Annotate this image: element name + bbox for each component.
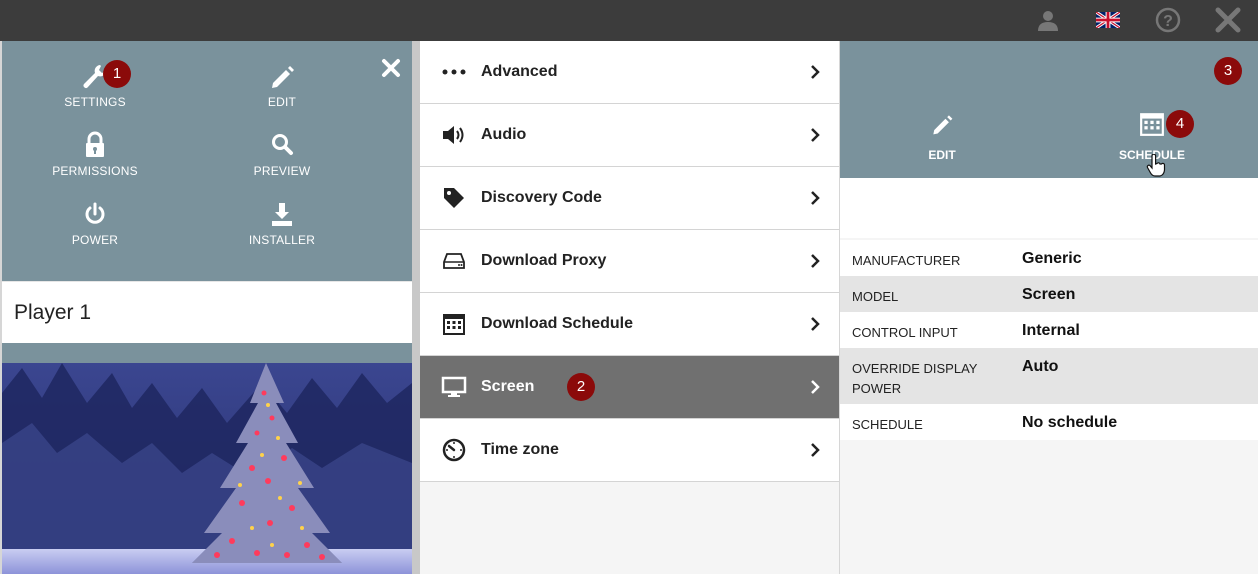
property-key: MODEL xyxy=(852,289,899,304)
tag-icon xyxy=(440,185,468,211)
menu-item-download-schedule[interactable]: Download Schedule xyxy=(420,293,839,356)
property-value: Screen xyxy=(1022,286,1076,303)
step-badge-2: 2 xyxy=(567,373,595,401)
help-icon[interactable]: ? xyxy=(1152,4,1184,36)
player-name-row: Player 1 xyxy=(2,281,412,344)
chevron-right-icon xyxy=(809,126,821,144)
menu-item-label: Time zone xyxy=(481,441,559,458)
christmas-tree-photo xyxy=(2,363,412,574)
property-row: MANUFACTURER Generic xyxy=(840,240,1258,276)
menu-item-label: Discovery Code xyxy=(481,189,602,206)
property-value: Auto xyxy=(1022,358,1059,375)
property-row: OVERRIDE DISPLAY POWER Auto xyxy=(840,348,1258,404)
pencil-icon xyxy=(929,115,955,141)
download-icon xyxy=(207,199,357,229)
menu-item-discovery-code[interactable]: Discovery Code xyxy=(420,167,839,230)
divider xyxy=(2,343,412,363)
power-label: POWER xyxy=(71,233,119,247)
preview-button[interactable]: PREVIEW xyxy=(207,130,357,190)
property-key: CONTROL INPUT xyxy=(852,325,958,340)
top-bar: ? xyxy=(0,0,1258,41)
permissions-button[interactable]: PERMISSIONS xyxy=(20,130,170,190)
menu-item-label: Download Schedule xyxy=(481,315,634,332)
speaker-icon xyxy=(440,122,468,148)
property-row: MODEL Screen xyxy=(840,276,1258,312)
menu-item-screen[interactable]: Screen 2 xyxy=(420,356,839,419)
close-icon[interactable] xyxy=(1212,4,1244,36)
step-badge-1: 1 xyxy=(103,60,131,88)
installer-button[interactable]: INSTALLER xyxy=(207,199,357,259)
screen-detail-panel: 3 EDIT SCHEDULE 4 MANUFACTURER Generic M… xyxy=(840,41,1258,574)
edit-label: EDIT xyxy=(267,95,297,109)
chevron-right-icon xyxy=(809,252,821,270)
property-key: MANUFACTURER xyxy=(852,253,961,268)
clock-icon xyxy=(440,437,468,463)
menu-item-label: Audio xyxy=(481,126,527,143)
wrench-icon xyxy=(20,61,170,91)
property-key: OVERRIDE DISPLAY POWER xyxy=(852,361,978,396)
permissions-label: PERMISSIONS xyxy=(52,164,138,178)
monitor-icon xyxy=(440,374,468,400)
property-value: No schedule xyxy=(1022,414,1118,431)
edit-button[interactable]: EDIT xyxy=(207,61,357,121)
step-badge-3: 3 xyxy=(1214,57,1242,85)
menu-item-label: Advanced xyxy=(481,63,558,80)
detail-spacer xyxy=(840,178,1258,238)
pencil-icon xyxy=(207,61,357,91)
chevron-right-icon xyxy=(809,315,821,333)
user-icon[interactable] xyxy=(1032,4,1064,36)
uk-flag-icon[interactable] xyxy=(1092,4,1124,36)
preview-label: PREVIEW xyxy=(253,164,311,178)
calendar-icon xyxy=(440,311,468,337)
edit-button[interactable]: EDIT xyxy=(882,111,1002,162)
menu-item-label: Download Proxy xyxy=(481,252,607,269)
settings-menu: Advanced Audio Discovery Code Download P… xyxy=(420,41,840,574)
menu-item-time-zone[interactable]: Time zone xyxy=(420,419,839,482)
menu-item-advanced[interactable]: Advanced xyxy=(420,41,839,104)
hard-drive-icon xyxy=(440,248,468,274)
power-icon xyxy=(20,199,170,229)
chevron-right-icon xyxy=(809,63,821,81)
player-name: Player 1 xyxy=(14,301,92,324)
property-row: CONTROL INPUT Internal xyxy=(840,312,1258,348)
step-badge-4: 4 xyxy=(1166,110,1194,138)
detail-toolbar: 3 EDIT SCHEDULE 4 xyxy=(840,41,1258,178)
settings-label: SETTINGS xyxy=(64,95,126,109)
scrollbar[interactable] xyxy=(412,41,420,574)
property-key: SCHEDULE xyxy=(852,417,923,432)
property-row: SCHEDULE No schedule xyxy=(840,404,1258,440)
close-panel-icon[interactable] xyxy=(380,57,406,83)
chevron-right-icon xyxy=(809,189,821,207)
chevron-right-icon xyxy=(809,378,821,396)
menu-item-audio[interactable]: Audio xyxy=(420,104,839,167)
svg-text:?: ? xyxy=(1163,13,1173,30)
settings-button[interactable]: SETTINGS xyxy=(20,61,170,121)
ellipsis-icon xyxy=(440,59,468,85)
chevron-right-icon xyxy=(809,441,821,459)
menu-item-label: Screen xyxy=(481,378,535,395)
installer-label: INSTALLER xyxy=(248,233,316,247)
player-toolbar: SETTINGS EDIT PERMISSIONS PREVIEW POWER xyxy=(2,41,412,281)
player-panel: SETTINGS EDIT PERMISSIONS PREVIEW POWER xyxy=(0,41,420,574)
edit-label: EDIT xyxy=(928,148,956,162)
calendar-icon xyxy=(1139,113,1165,141)
power-button[interactable]: POWER xyxy=(20,199,170,259)
menu-item-download-proxy[interactable]: Download Proxy xyxy=(420,230,839,293)
property-value: Internal xyxy=(1022,322,1080,339)
property-value: Generic xyxy=(1022,250,1082,267)
search-icon xyxy=(207,130,357,160)
lock-icon xyxy=(20,130,170,160)
